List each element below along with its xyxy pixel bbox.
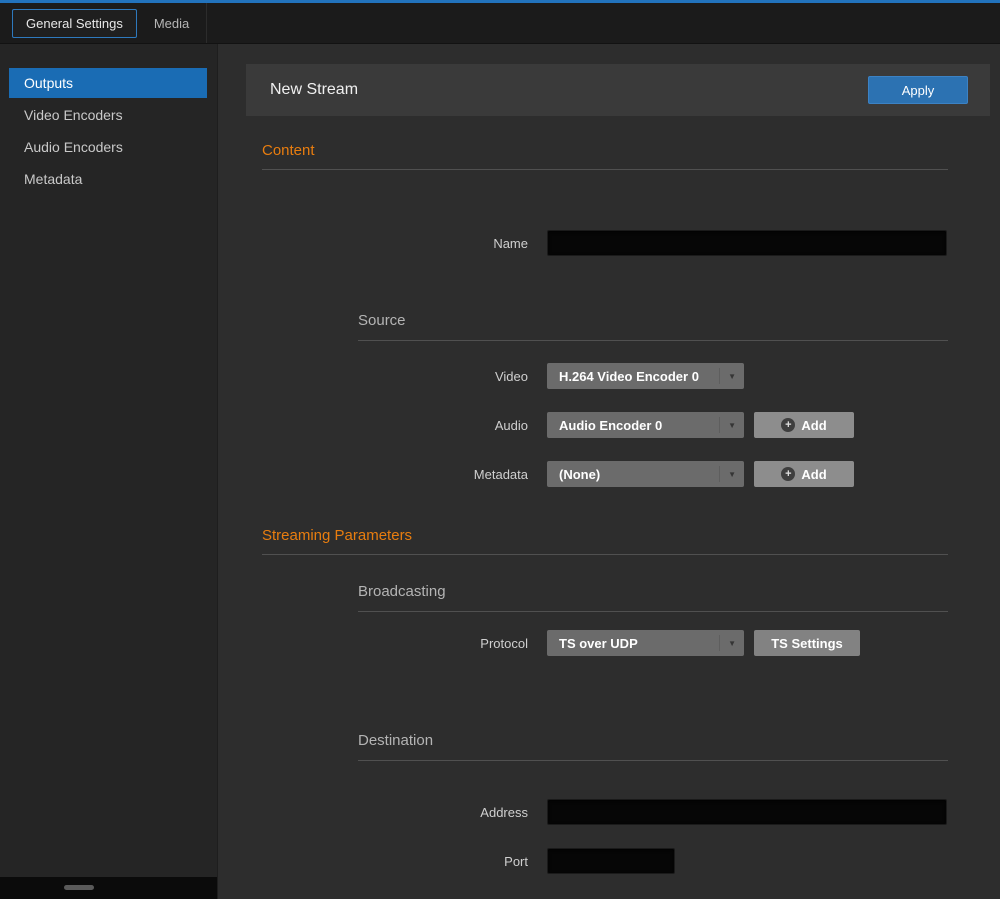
tab-divider	[206, 3, 207, 43]
metadata-source-selected-value: (None)	[559, 467, 713, 482]
apply-button[interactable]: Apply	[868, 76, 968, 104]
sidebar-item-video-encoders[interactable]: Video Encoders	[9, 100, 207, 130]
section-rule	[262, 554, 948, 555]
source-rule	[358, 340, 948, 341]
video-source-selected-value: H.264 Video Encoder 0	[559, 369, 713, 384]
address-label: Address	[246, 805, 528, 820]
destination-rule	[358, 760, 948, 761]
broadcasting-subsection: Broadcasting	[358, 583, 1000, 612]
page-title: New Stream	[270, 81, 358, 99]
chevron-down-icon: ▼	[719, 466, 736, 482]
stream-header: New Stream Apply	[246, 64, 990, 116]
protocol-selected-value: TS over UDP	[559, 636, 713, 651]
app-body: Outputs Video Encoders Audio Encoders Me…	[0, 44, 1000, 899]
chevron-down-icon: ▼	[719, 368, 736, 384]
audio-label: Audio	[246, 418, 528, 433]
name-row: Name	[246, 230, 1000, 256]
address-row: Address	[246, 799, 1000, 825]
port-input[interactable]	[547, 848, 675, 874]
metadata-label: Metadata	[246, 467, 528, 482]
tab-general-settings[interactable]: General Settings	[12, 9, 137, 38]
metadata-source-select[interactable]: (None) ▼	[547, 461, 744, 487]
source-subsection: Source	[358, 312, 1000, 341]
sidebar-item-metadata[interactable]: Metadata	[9, 164, 207, 194]
port-label: Port	[246, 854, 528, 869]
horizontal-scrollbar-track[interactable]	[0, 877, 217, 899]
audio-source-select[interactable]: Audio Encoder 0 ▼	[547, 412, 744, 438]
tab-media[interactable]: Media	[137, 9, 206, 38]
ts-settings-button[interactable]: TS Settings	[754, 630, 860, 656]
name-input[interactable]	[547, 230, 947, 256]
add-metadata-button[interactable]: + Add	[754, 461, 854, 487]
protocol-select[interactable]: TS over UDP ▼	[547, 630, 744, 656]
chevron-down-icon: ▼	[719, 417, 736, 433]
destination-subsection: Destination	[358, 732, 1000, 761]
destination-title: Destination	[358, 732, 1000, 750]
sidebar-item-outputs[interactable]: Outputs	[9, 68, 207, 98]
sidebar: Outputs Video Encoders Audio Encoders Me…	[0, 44, 218, 899]
sidebar-item-audio-encoders[interactable]: Audio Encoders	[9, 132, 207, 162]
plus-icon: +	[781, 418, 795, 432]
video-label: Video	[246, 369, 528, 384]
name-label: Name	[246, 236, 528, 251]
protocol-label: Protocol	[246, 636, 528, 651]
plus-icon: +	[781, 467, 795, 481]
section-rule	[262, 169, 948, 170]
chevron-down-icon: ▼	[719, 635, 736, 651]
metadata-row: Metadata (None) ▼ + Add	[246, 461, 1000, 487]
main-panel: New Stream Apply Content Name Source Vid…	[218, 44, 1000, 899]
horizontal-scrollbar-thumb[interactable]	[64, 885, 94, 890]
broadcasting-rule	[358, 611, 948, 612]
add-audio-button[interactable]: + Add	[754, 412, 854, 438]
video-row: Video H.264 Video Encoder 0 ▼	[246, 363, 1000, 389]
audio-source-selected-value: Audio Encoder 0	[559, 418, 713, 433]
add-audio-button-label: Add	[801, 418, 826, 433]
section-title-streaming-parameters: Streaming Parameters	[262, 527, 1000, 545]
section-title-content: Content	[262, 142, 1000, 160]
broadcasting-title: Broadcasting	[358, 583, 1000, 601]
address-input[interactable]	[547, 799, 947, 825]
protocol-row: Protocol TS over UDP ▼ TS Settings	[246, 630, 1000, 656]
video-source-select[interactable]: H.264 Video Encoder 0 ▼	[547, 363, 744, 389]
source-title: Source	[358, 312, 1000, 330]
port-row: Port	[246, 848, 1000, 874]
add-metadata-button-label: Add	[801, 467, 826, 482]
audio-row: Audio Audio Encoder 0 ▼ + Add	[246, 412, 1000, 438]
top-tab-bar: General Settings Media	[0, 3, 1000, 44]
